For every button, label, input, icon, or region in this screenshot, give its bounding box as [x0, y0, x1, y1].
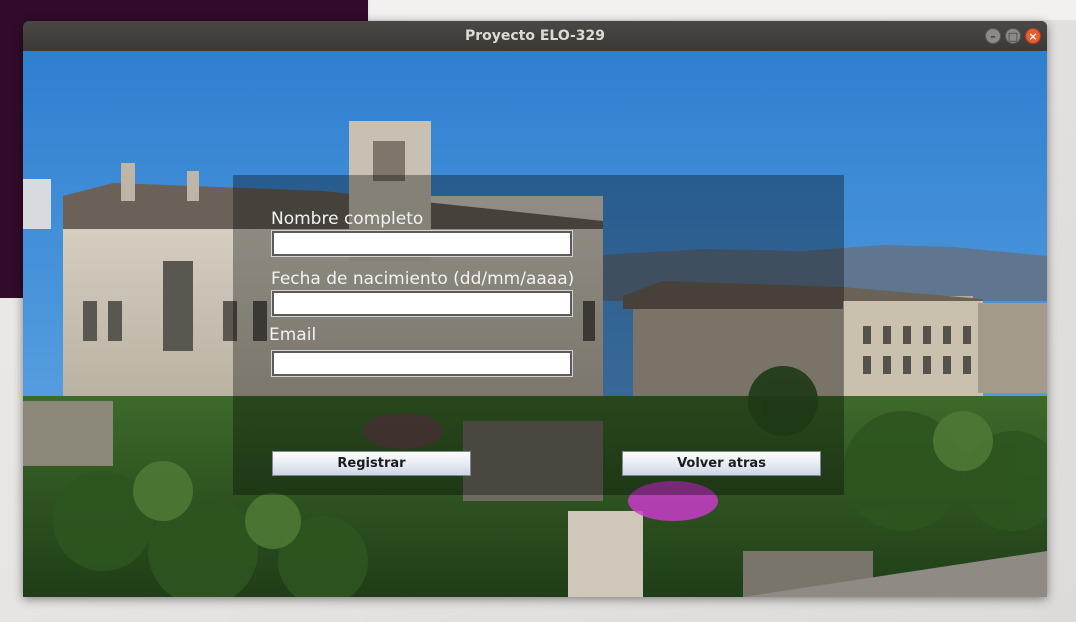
client-area: Nombre completo Fecha de nacimiento (dd/…: [23, 51, 1047, 597]
window-title: Proyecto ELO-329: [464, 28, 606, 44]
email-input[interactable]: [271, 350, 573, 377]
name-input[interactable]: [271, 230, 573, 257]
close-icon: ×: [1028, 29, 1038, 43]
close-button[interactable]: ×: [1025, 28, 1041, 44]
name-label: Nombre completo: [271, 209, 424, 229]
email-label: Email: [269, 325, 317, 345]
form-panel: Nombre completo Fecha de nacimiento (dd/…: [233, 175, 844, 495]
maximize-button[interactable]: □: [1005, 28, 1021, 44]
minimize-icon: –: [990, 29, 996, 43]
back-button[interactable]: Volver atras: [622, 451, 821, 476]
title-bar[interactable]: Proyecto ELO-329 – □ ×: [23, 21, 1047, 51]
desktop-window-behind-2: [370, 0, 1076, 20]
birthdate-label: Fecha de nacimiento (dd/mm/aaaa): [271, 269, 575, 289]
maximize-icon: □: [1007, 29, 1019, 43]
app-window: Proyecto ELO-329 – □ × Nombre completo F…: [23, 21, 1047, 597]
register-button[interactable]: Registrar: [272, 451, 471, 476]
minimize-button[interactable]: –: [985, 28, 1001, 44]
birthdate-input[interactable]: [271, 290, 573, 317]
